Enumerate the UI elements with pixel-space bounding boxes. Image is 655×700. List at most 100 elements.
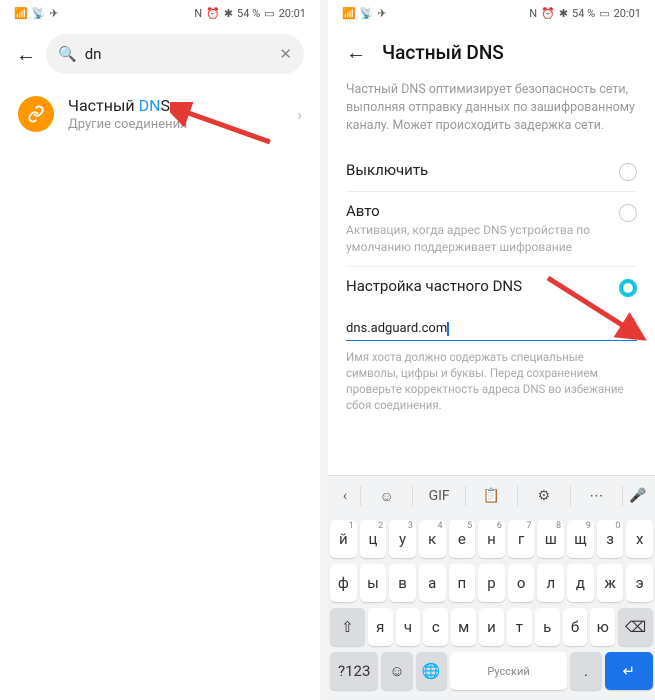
signal-icon: 📶 [14, 7, 28, 20]
key-ы[interactable]: ы [360, 564, 387, 602]
key-е[interactable]: е5 [449, 520, 476, 558]
key-л[interactable]: л [537, 564, 564, 602]
result-subtitle: Другие соединения [68, 117, 283, 132]
back-button[interactable]: ← [346, 40, 366, 65]
clear-search-icon[interactable]: ✕ [279, 45, 292, 63]
kb-settings-icon[interactable]: ⚙ [520, 488, 567, 504]
keyboard-row-4: ?123 ☺ 🌐 Русский . ↵ [330, 652, 653, 690]
battery-percent: 54 % [572, 7, 595, 20]
key-emoji[interactable]: ☺ [381, 652, 412, 690]
key-ш[interactable]: ш8 [537, 520, 564, 558]
phone-screen-left: 📶 📡 ✈ N ⏰ ✱ 54 % ▭ 20:01 ← 🔍 dn ✕ Частны… [0, 0, 320, 700]
option-custom[interactable]: Настройка частного DNS [328, 267, 655, 307]
kb-collapse-icon[interactable]: ‹ [332, 488, 358, 504]
key-с[interactable]: с [423, 608, 448, 646]
key-й[interactable]: й1 [330, 520, 357, 558]
key-б[interactable]: б [563, 608, 588, 646]
status-bar: 📶 📡 ✈ N ⏰ ✱ 54 % ▭ 20:01 [0, 0, 320, 26]
keyboard-row-1: й1ц2у3к4е5н6г7ш8щ9з0х [330, 520, 653, 558]
nfc-icon: N [529, 7, 537, 20]
phone-screen-right: 📶 📡 ✈ N ⏰ ✱ 54 % ▭ 20:01 ← Частный DNS Ч… [328, 0, 655, 700]
option-auto[interactable]: Авто Активация, когда адрес DNS устройст… [328, 192, 655, 266]
kb-more-icon[interactable]: ⋯ [573, 488, 620, 504]
clock: 20:01 [279, 7, 306, 20]
nfc-icon: N [194, 7, 202, 20]
key-н[interactable]: н6 [478, 520, 505, 558]
key-period[interactable]: . [570, 652, 601, 690]
telegram-icon: ✈ [377, 7, 386, 20]
clock: 20:01 [614, 7, 641, 20]
key-ь[interactable]: ь [535, 608, 560, 646]
dns-help-text: Имя хоста должно содержать специальные с… [328, 341, 655, 419]
text-cursor [447, 322, 449, 336]
status-bar: 📶 📡 ✈ N ⏰ ✱ 54 % ▭ 20:01 [328, 0, 655, 26]
keyboard-row-3: ⇧ячсмитьбю⌫ [330, 608, 653, 646]
link-icon [18, 96, 54, 132]
chevron-right-icon: › [297, 105, 302, 124]
wifi-icon: 📡 [32, 7, 46, 20]
option-auto-sub: Активация, когда адрес DNS устройства по… [346, 222, 611, 256]
result-title: Частный DNS [68, 96, 283, 115]
key-щ[interactable]: щ9 [567, 520, 594, 558]
on-screen-keyboard: ‹ ☺ GIF 📋 ⚙ ⋯ 🎤 й1ц2у3к4е5н6г7ш8щ9з0х фы… [328, 475, 655, 700]
kb-clipboard-icon[interactable]: 📋 [468, 488, 515, 504]
battery-icon: ▭ [264, 7, 274, 20]
radio-custom[interactable] [619, 279, 637, 297]
key-д[interactable]: д [567, 564, 594, 602]
page-header: ← Частный DNS [328, 26, 655, 73]
key-ч[interactable]: ч [396, 608, 421, 646]
dns-input-value: dns.adguard.com [346, 321, 447, 336]
key-в[interactable]: в [389, 564, 416, 602]
key-а[interactable]: а [419, 564, 446, 602]
key-я[interactable]: я [368, 608, 393, 646]
key-backspace[interactable]: ⌫ [618, 608, 653, 646]
battery-percent: 54 % [237, 7, 260, 20]
search-header: ← 🔍 dn ✕ [0, 26, 320, 82]
kb-mic-icon[interactable]: 🎤 [625, 488, 651, 504]
key-ф[interactable]: ф [330, 564, 357, 602]
wifi-icon: 📡 [360, 7, 374, 20]
search-result-private-dns[interactable]: Частный DNS Другие соединения › [0, 82, 320, 146]
key-ц[interactable]: ц2 [360, 520, 387, 558]
radio-auto[interactable] [619, 204, 637, 222]
key-з[interactable]: з0 [597, 520, 624, 558]
bluetooth-icon: ✱ [224, 7, 233, 20]
battery-icon: ▭ [599, 7, 609, 20]
option-custom-label: Настройка частного DNS [346, 277, 611, 295]
key-г[interactable]: г7 [508, 520, 535, 558]
search-input[interactable]: 🔍 dn ✕ [46, 34, 304, 74]
page-title: Частный DNS [382, 41, 504, 64]
key-ж[interactable]: ж [597, 564, 624, 602]
key-э[interactable]: э [626, 564, 653, 602]
option-off[interactable]: Выключить [328, 151, 655, 191]
key-numbers[interactable]: ?123 [330, 652, 378, 690]
key-к[interactable]: к4 [419, 520, 446, 558]
key-м[interactable]: м [451, 608, 476, 646]
keyboard-row-2: фывапролджэ [330, 564, 653, 602]
dns-hostname-input[interactable]: dns.adguard.com [346, 317, 637, 341]
alarm-icon: ⏰ [541, 7, 555, 20]
kb-sticker-icon[interactable]: ☺ [363, 488, 410, 505]
key-language[interactable]: 🌐 [416, 652, 447, 690]
kb-gif-button[interactable]: GIF [415, 488, 462, 504]
key-у[interactable]: у3 [389, 520, 416, 558]
telegram-icon: ✈ [49, 7, 58, 20]
key-т[interactable]: т [507, 608, 532, 646]
search-query-text: dn [85, 45, 272, 63]
key-и[interactable]: и [479, 608, 504, 646]
key-о[interactable]: о [508, 564, 535, 602]
key-enter[interactable]: ↵ [605, 652, 653, 690]
back-button[interactable]: ← [16, 42, 36, 67]
key-п[interactable]: п [449, 564, 476, 602]
page-description: Частный DNS оптимизирует безопасность се… [328, 73, 655, 151]
radio-off[interactable] [619, 163, 637, 181]
bluetooth-icon: ✱ [559, 7, 568, 20]
key-space[interactable]: Русский [450, 652, 568, 690]
key-р[interactable]: р [478, 564, 505, 602]
keyboard-toolbar: ‹ ☺ GIF 📋 ⚙ ⋯ 🎤 [328, 476, 655, 516]
key-х[interactable]: х [626, 520, 653, 558]
option-auto-label: Авто [346, 202, 611, 220]
option-off-label: Выключить [346, 161, 611, 179]
key-shift[interactable]: ⇧ [330, 608, 365, 646]
key-ю[interactable]: ю [590, 608, 615, 646]
